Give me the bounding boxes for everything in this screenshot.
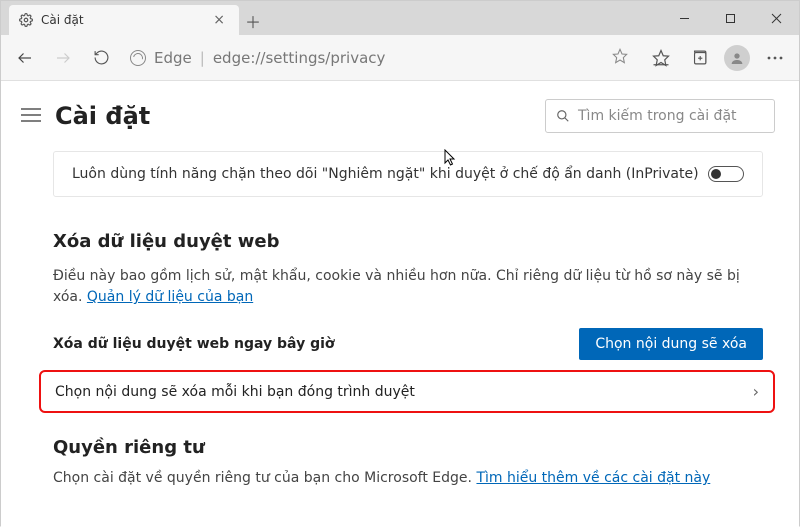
more-button[interactable] [757,40,793,76]
gear-icon [19,13,33,27]
window-close-button[interactable] [753,1,799,35]
window-maximize-button[interactable] [707,1,753,35]
address-brand: Edge [154,49,192,67]
tab-title: Cài đặt [41,13,84,27]
window-titlebar: Cài đặt × ＋ [1,1,799,35]
strict-tracking-row: Luôn dùng tính năng chặn theo dõi "Nghiê… [53,151,763,197]
clear-data-description: Điều này bao gồm lịch sử, mật khẩu, cook… [53,266,763,308]
collections-button[interactable] [681,40,717,76]
tab-close-button[interactable]: × [209,10,229,30]
menu-icon[interactable] [21,107,41,126]
privacy-heading: Quyền riêng tư [53,437,763,458]
back-button[interactable] [7,40,43,76]
window-minimize-button[interactable] [661,1,707,35]
search-icon [556,109,570,123]
clear-now-row: Xóa dữ liệu duyệt web ngay bây giờ Chọn … [53,328,763,360]
choose-clear-button[interactable]: Chọn nội dung sẽ xóa [579,328,763,360]
window-controls [661,1,799,35]
clear-now-label: Xóa dữ liệu duyệt web ngay bây giờ [53,336,335,352]
page-title: Cài đặt [55,102,531,130]
favorite-star-icon[interactable] [612,48,628,68]
chevron-right-icon: › [753,382,759,401]
privacy-description: Chọn cài đặt về quyền riêng tư của bạn c… [53,470,763,486]
browser-tab[interactable]: Cài đặt × [9,5,239,35]
address-url: edge://settings/privacy [213,49,386,67]
refresh-button[interactable] [83,40,119,76]
strict-tracking-toggle[interactable] [708,166,744,182]
strict-tracking-label: Luôn dùng tính năng chặn theo dõi "Nghiê… [72,166,699,182]
new-tab-button[interactable]: ＋ [239,7,267,35]
search-placeholder: Tìm kiếm trong cài đặt [578,108,737,124]
forward-button[interactable] [45,40,81,76]
address-bar[interactable]: Edge | edge://settings/privacy [121,42,637,74]
settings-search-input[interactable]: Tìm kiếm trong cài đặt [545,99,775,133]
settings-header: Cài đặt Tìm kiếm trong cài đặt [1,81,799,143]
avatar-icon [724,45,750,71]
manage-data-link[interactable]: Quản lý dữ liệu của bạn [87,289,253,305]
page-content: Cài đặt Tìm kiếm trong cài đặt Luôn dùng… [1,81,799,527]
privacy-learn-link[interactable]: Tìm hiểu thêm về các cài đặt này [476,470,710,486]
clear-data-heading: Xóa dữ liệu duyệt web [53,231,763,252]
clear-on-close-label: Chọn nội dung sẽ xóa mỗi khi bạn đóng tr… [55,384,415,400]
profile-button[interactable] [719,40,755,76]
favorites-button[interactable] [643,40,679,76]
address-separator: | [200,49,205,67]
clear-on-close-row[interactable]: Chọn nội dung sẽ xóa mỗi khi bạn đóng tr… [39,370,775,413]
edge-icon [130,50,146,66]
browser-toolbar: Edge | edge://settings/privacy [1,35,799,81]
